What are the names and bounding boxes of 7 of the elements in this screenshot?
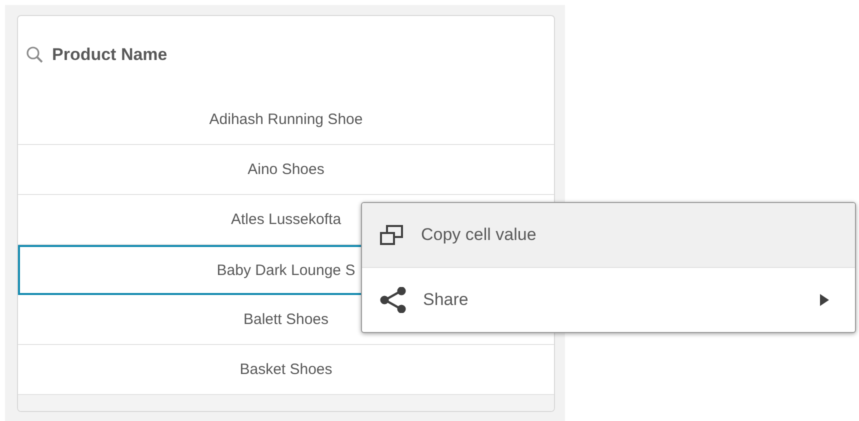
copy-icon (380, 224, 404, 246)
share-icon (380, 287, 406, 313)
menu-item[interactable]: Copy cell value (362, 203, 855, 268)
list-item[interactable]: Aino Shoes (18, 145, 554, 195)
list-item[interactable]: Adihash Running Shoe (18, 95, 554, 145)
listbox-title: Product Name (52, 44, 168, 64)
search-icon (26, 46, 44, 64)
